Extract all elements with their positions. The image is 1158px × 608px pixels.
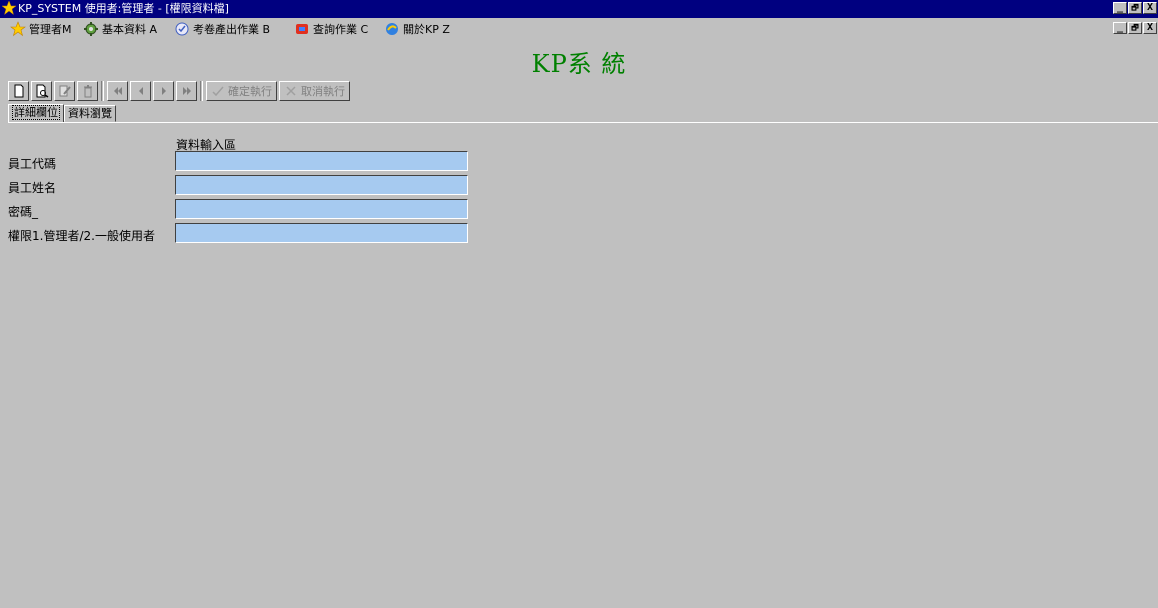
window-controls: _ 🗗 X (1113, 2, 1157, 14)
delete-button[interactable] (77, 81, 98, 101)
delete-icon (83, 85, 92, 98)
tab-divider (8, 122, 1158, 123)
last-icon (182, 87, 191, 95)
menu-label: 關於KP Z (403, 23, 450, 36)
employee-id-input[interactable] (175, 151, 468, 171)
menu-label: 查詢作業 C (313, 23, 369, 36)
menu-basic-data[interactable]: 基本資料 A (83, 21, 157, 37)
prev-icon (138, 87, 143, 95)
tab-label: 詳細欄位 (12, 105, 60, 120)
next-record-button[interactable] (153, 81, 174, 101)
prev-record-button[interactable] (130, 81, 151, 101)
menu-bar: 管理者M 基本資料 A 考卷產出作業 B 查詢作業 C 關於KP Z _ 🗗 X (0, 18, 1158, 40)
menu-about[interactable]: 關於KP Z (384, 21, 450, 37)
password-label: 密碼_ (8, 205, 39, 219)
employee-name-label: 員工姓名 (8, 181, 57, 195)
toolbar-separator (200, 81, 203, 101)
tab-label: 資料瀏覽 (68, 107, 112, 120)
permission-input[interactable] (175, 223, 468, 243)
confirm-label: 確定執行 (228, 85, 272, 98)
info-icon (386, 23, 398, 35)
first-icon (113, 87, 122, 95)
minimize-button[interactable]: _ (1113, 2, 1127, 14)
menu-label: 管理者M (29, 23, 72, 36)
toolbar-separator (101, 81, 104, 101)
preview-button[interactable] (31, 81, 52, 101)
employee-id-label: 員工代碼 (8, 157, 57, 171)
confirm-button[interactable]: 確定執行 (206, 81, 277, 101)
new-button[interactable] (8, 81, 29, 101)
new-icon (14, 84, 23, 98)
toolbar: 確定執行 取消執行 (8, 80, 350, 102)
document-icon (175, 22, 189, 36)
child-restore-button[interactable]: 🗗 (1128, 22, 1142, 34)
close-button[interactable]: X (1143, 2, 1157, 14)
next-icon (161, 87, 166, 95)
cancel-button[interactable]: 取消執行 (279, 81, 350, 101)
gear-icon (84, 22, 98, 36)
edit-button[interactable] (54, 81, 75, 101)
last-record-button[interactable] (176, 81, 197, 101)
tab-strip: 詳細欄位 資料瀏覽 (8, 104, 116, 123)
employee-name-input[interactable] (175, 175, 468, 195)
tab-detail-fields[interactable]: 詳細欄位 (8, 104, 64, 122)
cancel-icon (286, 86, 296, 96)
menu-label: 考卷產出作業 B (193, 23, 271, 36)
menu-label: 基本資料 A (102, 23, 158, 36)
edit-icon (59, 85, 71, 97)
app-title: KP系 統 (531, 50, 627, 78)
star-icon (2, 1, 16, 15)
first-record-button[interactable] (107, 81, 128, 101)
window-title: KP_SYSTEM 使用者:管理者 - [權限資料檔] (18, 2, 229, 15)
menu-manager[interactable]: 管理者M (10, 21, 72, 37)
menu-exam-output[interactable]: 考卷產出作業 B (174, 21, 270, 37)
check-icon (212, 86, 224, 97)
preview-icon (36, 84, 48, 98)
child-minimize-button[interactable]: _ (1113, 22, 1127, 34)
search-icon (296, 24, 308, 34)
restore-button[interactable]: 🗗 (1128, 2, 1142, 14)
child-close-button[interactable]: X (1143, 22, 1157, 34)
menu-query[interactable]: 查詢作業 C (294, 21, 368, 37)
title-bar: KP_SYSTEM 使用者:管理者 - [權限資料檔] _ 🗗 X (0, 0, 1158, 18)
cancel-label: 取消執行 (301, 85, 345, 98)
password-input[interactable] (175, 199, 468, 219)
star-icon (10, 21, 26, 37)
permission-label: 權限1.管理者/2.一般使用者 (8, 229, 155, 243)
child-window-controls: _ 🗗 X (1113, 22, 1157, 34)
tab-data-browse[interactable]: 資料瀏覽 (64, 105, 116, 122)
